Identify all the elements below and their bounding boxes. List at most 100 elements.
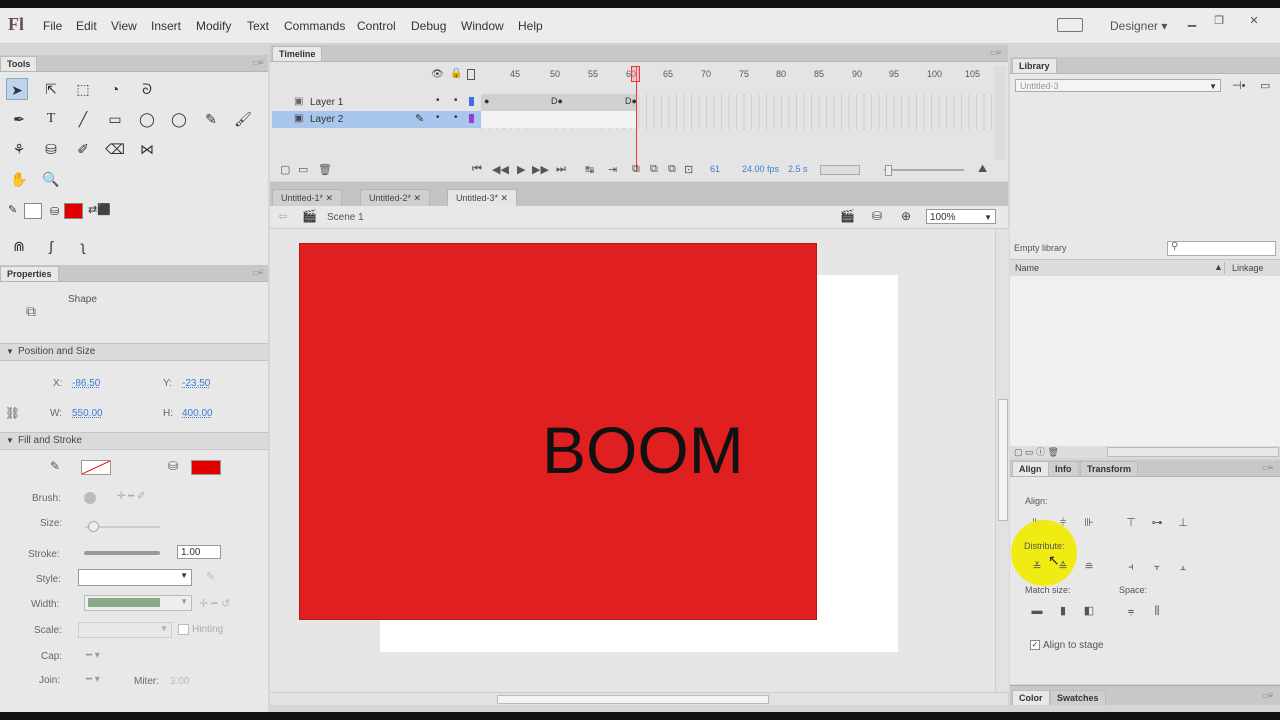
document-tab-2[interactable]: Untitled-2* ✕ [360, 189, 431, 207]
stage-vscroll-thumb[interactable] [998, 399, 1008, 521]
paint-bucket-tool-icon[interactable]: ⛁ [40, 138, 62, 160]
distribute-left-icon[interactable]: ⫞ [1124, 560, 1138, 574]
keyframe-label[interactable]: D● [551, 96, 563, 106]
fill-color-icon[interactable]: ⛁ [50, 205, 59, 218]
frame-rate[interactable]: 24.00 fps [742, 164, 779, 174]
frame-size-handle[interactable] [885, 165, 892, 176]
onion-skin-icon[interactable]: ⧉ [632, 163, 640, 176]
zoom-dropdown[interactable]: 100% ▼ [926, 209, 996, 224]
swatches-tab[interactable]: Swatches [1050, 690, 1106, 705]
panel-menu-icon[interactable]: ▭≡ [990, 48, 1001, 57]
menu-commands[interactable]: Commands [284, 19, 345, 33]
loop-icon[interactable]: ↹ [585, 163, 594, 176]
column-name[interactable]: Name [1015, 263, 1039, 273]
oval-tool-icon[interactable]: ◯ [136, 108, 158, 130]
panel-menu-icon[interactable]: ▭≡ [252, 58, 263, 67]
cap-dropdown[interactable]: ━ ▾ [86, 650, 100, 661]
edit-scene-icon[interactable]: 🎬 [840, 209, 855, 223]
free-transform-tool-icon[interactable]: ⬚ [72, 78, 94, 100]
menu-modify[interactable]: Modify [196, 19, 231, 33]
panel-menu-icon[interactable]: ▭≡ [1262, 691, 1273, 700]
brush-shape-icon[interactable] [84, 492, 96, 504]
center-frame-icon[interactable]: ⇥ [608, 163, 617, 176]
align-tab[interactable]: Align [1012, 461, 1049, 476]
swap-colors-icon[interactable]: ⇄⬛ [88, 203, 111, 216]
go-first-frame-icon[interactable]: ⏮ [472, 163, 482, 176]
zoom-tool-icon[interactable]: 🔍 [40, 168, 62, 190]
hinting-checkbox[interactable] [178, 624, 189, 635]
center-stage-icon[interactable]: ⊕ [901, 209, 911, 223]
minimize-icon[interactable]: ▁ [1183, 14, 1201, 27]
fill-color-swatch[interactable] [64, 203, 83, 219]
distribute-top-icon[interactable]: ≚ [1030, 560, 1044, 574]
go-last-frame-icon[interactable]: ⏭ [556, 163, 566, 176]
boom-text[interactable]: BOOM [542, 408, 744, 492]
timeline-panel-tab[interactable]: Timeline [272, 46, 323, 61]
match-width-icon[interactable]: ▬ [1030, 604, 1044, 618]
lock-all-icon[interactable]: 🔒 [450, 68, 462, 79]
straighten-icon[interactable]: ʅ [72, 235, 94, 257]
frame-ruler[interactable]: 45 50 55 60 65 70 75 80 85 90 95 100 105 [481, 66, 993, 84]
polystar-tool-icon[interactable]: ◯ [168, 108, 190, 130]
elapsed-time[interactable]: 2.5 s [788, 164, 808, 174]
stroke-color-icon[interactable]: ✎ [8, 203, 17, 216]
space-evenly-horizontal-icon[interactable]: ⫼ [1150, 604, 1164, 618]
layer-color-outline[interactable] [469, 114, 474, 123]
style-dropdown[interactable]: ▼ [78, 569, 192, 586]
document-tab-1[interactable]: Untitled-1* ✕ [272, 189, 343, 207]
info-tab[interactable]: Info [1048, 461, 1079, 476]
new-layer-icon[interactable]: ▢ [280, 163, 290, 176]
menu-debug[interactable]: Debug [411, 19, 446, 33]
timeline-hscroll[interactable] [820, 165, 860, 175]
restore-icon[interactable]: ❐ [1210, 14, 1228, 27]
snap-to-objects-icon[interactable]: ⋒ [8, 235, 30, 257]
new-folder-icon[interactable]: ▭ [298, 163, 308, 176]
sync-settings-icon[interactable] [1057, 18, 1083, 32]
onion-outline-icon[interactable]: ⧉ [650, 163, 658, 176]
menu-edit[interactable]: Edit [76, 19, 97, 33]
w-value[interactable]: 550.00 [72, 408, 103, 419]
layer-name[interactable]: Layer 1 [310, 97, 343, 108]
miter-value[interactable]: 3.00 [170, 676, 189, 687]
stage-vscroll[interactable] [995, 229, 1009, 692]
pen-tool-icon[interactable]: ✒ [8, 108, 30, 130]
position-size-section[interactable]: ▼ Position and Size [0, 343, 268, 361]
keyframe-dot[interactable]: ● [484, 96, 489, 106]
distribute-horizontal-center-icon[interactable]: ⫟ [1150, 560, 1164, 574]
tools-panel-tab[interactable]: Tools [0, 56, 38, 71]
size-slider-handle[interactable] [88, 521, 99, 532]
menu-insert[interactable]: Insert [151, 19, 181, 33]
lock-dot[interactable]: • [454, 112, 458, 123]
library-panel-tab[interactable]: Library [1012, 58, 1057, 73]
zoom-timeline-icon[interactable]: ⛰ [978, 163, 987, 176]
sort-arrow-icon[interactable]: ▲ [1214, 262, 1223, 272]
timeline-vscroll[interactable] [994, 66, 1006, 160]
scene-label[interactable]: Scene 1 [327, 212, 364, 223]
visibility-dot[interactable]: • [436, 95, 440, 106]
x-value[interactable]: -86.50 [72, 378, 100, 389]
step-back-icon[interactable]: ◀◀ [492, 163, 509, 176]
join-dropdown[interactable]: ━ ▾ [86, 674, 100, 685]
match-height-icon[interactable]: ▮ [1056, 604, 1070, 618]
lasso-tool-icon[interactable]: ᘐ [136, 78, 158, 100]
library-document-dropdown[interactable]: Untitled-3 ▼ [1015, 79, 1221, 92]
brush-tool-icon[interactable]: 🖌 [232, 108, 254, 130]
align-right-edge-icon[interactable]: ⊪ [1082, 516, 1096, 530]
column-linkage[interactable]: Linkage [1232, 263, 1264, 273]
outline-all-icon[interactable] [467, 69, 475, 80]
menu-file[interactable]: File [43, 19, 62, 33]
smooth-icon[interactable]: ʃ [40, 235, 62, 257]
scale-dropdown[interactable]: ▼ [78, 622, 172, 638]
current-frame[interactable]: 61 [710, 164, 720, 174]
text-tool-icon[interactable]: T [40, 108, 62, 130]
distribute-right-icon[interactable]: ⫠ [1176, 560, 1190, 574]
fill-color-picker[interactable] [191, 460, 221, 475]
layer-name[interactable]: Layer 2 [310, 114, 343, 125]
menu-control[interactable]: Control [357, 19, 396, 33]
color-tab[interactable]: Color [1012, 690, 1050, 705]
align-bottom-edge-icon[interactable]: ⊥ [1176, 516, 1190, 530]
layer-row-2-selected[interactable]: ▣ Layer 2 ✎ • • [272, 111, 481, 128]
layer-color-outline[interactable] [469, 97, 474, 106]
pin-library-icon[interactable]: ⊣• [1232, 79, 1245, 92]
selection-tool-icon[interactable]: ➤ [6, 78, 28, 100]
